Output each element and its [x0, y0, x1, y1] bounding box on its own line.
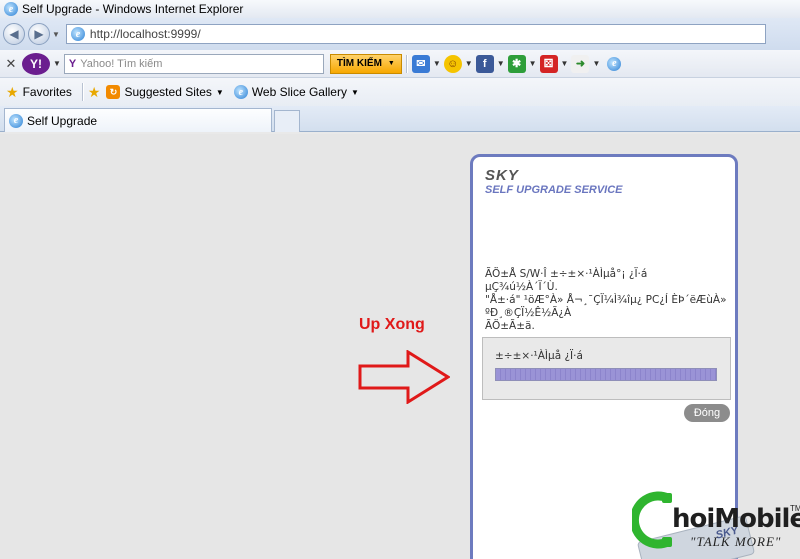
- status-message: ÃÖ±Å S/W·Î ±÷±×·¹ÀÌµå°¡ ¿Ï·á µÇ¾ú½À´Ï´Ù.…: [485, 268, 730, 333]
- progress-fill: [496, 369, 716, 380]
- mail-dropdown-icon[interactable]: ▼: [433, 59, 441, 68]
- answers-star-icon[interactable]: ✱: [507, 54, 526, 73]
- mail-icon[interactable]: ✉: [411, 54, 430, 73]
- url-text: http://localhost:9999/: [89, 27, 201, 41]
- window-title: Self Upgrade - Windows Internet Explorer: [22, 2, 244, 16]
- yahoo-menu-dropdown-icon[interactable]: ▼: [53, 59, 61, 68]
- history-dropdown-icon[interactable]: ▼: [52, 30, 60, 39]
- web-slice-icon: e: [233, 85, 248, 99]
- add-favorite-icon[interactable]: ★: [88, 84, 101, 101]
- message-line: "Å±·á" ¹öÆ°À» Å¬¸¯ÇÏ¼Ì¾îµ¿ PC¿Í ÈÞ´ëÆùÀ»: [485, 294, 727, 306]
- suggested-sites-label: Suggested Sites: [124, 85, 212, 99]
- yahoo-small-icon: Y: [68, 57, 77, 70]
- url-field[interactable]: e http://localhost:9999/: [65, 24, 766, 44]
- favorites-bar: ★ Favorites ★ ↻ Suggested Sites ▼ e Web …: [0, 78, 800, 106]
- favorites-label: Favorites: [22, 85, 72, 99]
- message-line: ºÐ¸®ÇÏ½Ê½Ã¿À: [485, 307, 572, 319]
- bookmark-arrow-icon[interactable]: ➜: [571, 54, 590, 73]
- progress-label: ±÷±×·¹ÀÌµå ¿Ï·á: [495, 350, 583, 362]
- new-tab-button[interactable]: [274, 110, 300, 132]
- yahoo-toolbar: ✕ Y! ▼ Y Yahoo! Tìm kiếm TÌM KIẾM ▼ ✉ ▼ …: [0, 50, 800, 78]
- tab-favicon-icon: e: [9, 113, 23, 128]
- yahoo-logo-icon[interactable]: Y!: [22, 52, 50, 75]
- web-slice-gallery-link[interactable]: e Web Slice Gallery ▼: [233, 85, 359, 99]
- messenger-smiley-icon[interactable]: ☺: [443, 54, 462, 73]
- answers-dropdown-icon[interactable]: ▼: [529, 59, 537, 68]
- games-dropdown-icon[interactable]: ▼: [561, 59, 569, 68]
- games-dice-icon[interactable]: ⚄: [539, 54, 558, 73]
- page-favicon-icon: e: [70, 27, 85, 41]
- message-line: µÇ¾ú½À´Ï´Ù.: [485, 281, 558, 293]
- tab-bar: e Self Upgrade: [0, 106, 800, 132]
- close-toolbar-icon[interactable]: ✕: [0, 56, 22, 72]
- yahoo-search-input[interactable]: Y Yahoo! Tìm kiếm: [63, 53, 324, 74]
- search-dropdown-icon: ▼: [387, 60, 395, 67]
- sky-logo: SKY: [485, 167, 519, 184]
- annotation-label: Up Xong: [359, 316, 425, 333]
- watermark-logo: hoiMobile "TALK MORE" TM: [630, 486, 800, 559]
- watermark-brand: hoiMobile: [672, 504, 800, 534]
- suggested-dropdown-icon: ▼: [215, 87, 224, 97]
- tab-label: Self Upgrade: [27, 113, 98, 128]
- suggested-sites-link[interactable]: ↻ Suggested Sites ▼: [106, 85, 224, 99]
- ie-logo-icon: e: [4, 2, 18, 16]
- favorites-star-icon: ★: [6, 83, 19, 100]
- facebook-icon[interactable]: f: [475, 54, 494, 73]
- forward-button[interactable]: ▶: [28, 23, 50, 45]
- message-line: ÃÖ±Å S/W·Î ±÷±×·¹ÀÌµå°¡ ¿Ï·á: [485, 268, 648, 280]
- back-button[interactable]: ◀: [3, 23, 25, 45]
- web-slice-label: Web Slice Gallery: [251, 85, 347, 99]
- close-button[interactable]: Đóng: [684, 404, 730, 422]
- ie-toolbar-icon[interactable]: e: [607, 56, 622, 71]
- yahoo-search-button[interactable]: TÌM KIẾM ▼: [329, 53, 402, 74]
- window-titlebar: e Self Upgrade - Windows Internet Explor…: [0, 0, 800, 18]
- watermark-tm: TM: [790, 504, 800, 513]
- messenger-dropdown-icon[interactable]: ▼: [465, 59, 473, 68]
- toolbar-separator: [405, 54, 408, 73]
- webslice-dropdown-icon: ▼: [350, 87, 359, 97]
- yahoo-search-button-label: TÌM KIẾM: [336, 58, 382, 69]
- annotation-arrow-icon: [358, 350, 450, 404]
- favbar-separator: [81, 83, 84, 101]
- watermark-tagline: "TALK MORE": [690, 534, 782, 549]
- progress-bar: [495, 368, 717, 381]
- tab-self-upgrade[interactable]: e Self Upgrade: [4, 108, 272, 132]
- address-bar: ◀ ▶ ▼ e http://localhost:9999/: [0, 18, 800, 50]
- bookmark-dropdown-icon[interactable]: ▼: [592, 59, 600, 68]
- phone-c-logo-icon: [632, 491, 672, 549]
- favorites-button[interactable]: ★ Favorites: [6, 84, 72, 101]
- yahoo-search-placeholder: Yahoo! Tìm kiếm: [80, 57, 163, 70]
- facebook-dropdown-icon[interactable]: ▼: [497, 59, 505, 68]
- progress-box: ±÷±×·¹ÀÌµå ¿Ï·á: [482, 337, 731, 400]
- suggested-sites-icon: ↻: [106, 85, 121, 99]
- service-title: SELF UPGRADE SERVICE: [485, 184, 623, 196]
- message-line: ÃÖ±Ã±ä.: [485, 320, 535, 332]
